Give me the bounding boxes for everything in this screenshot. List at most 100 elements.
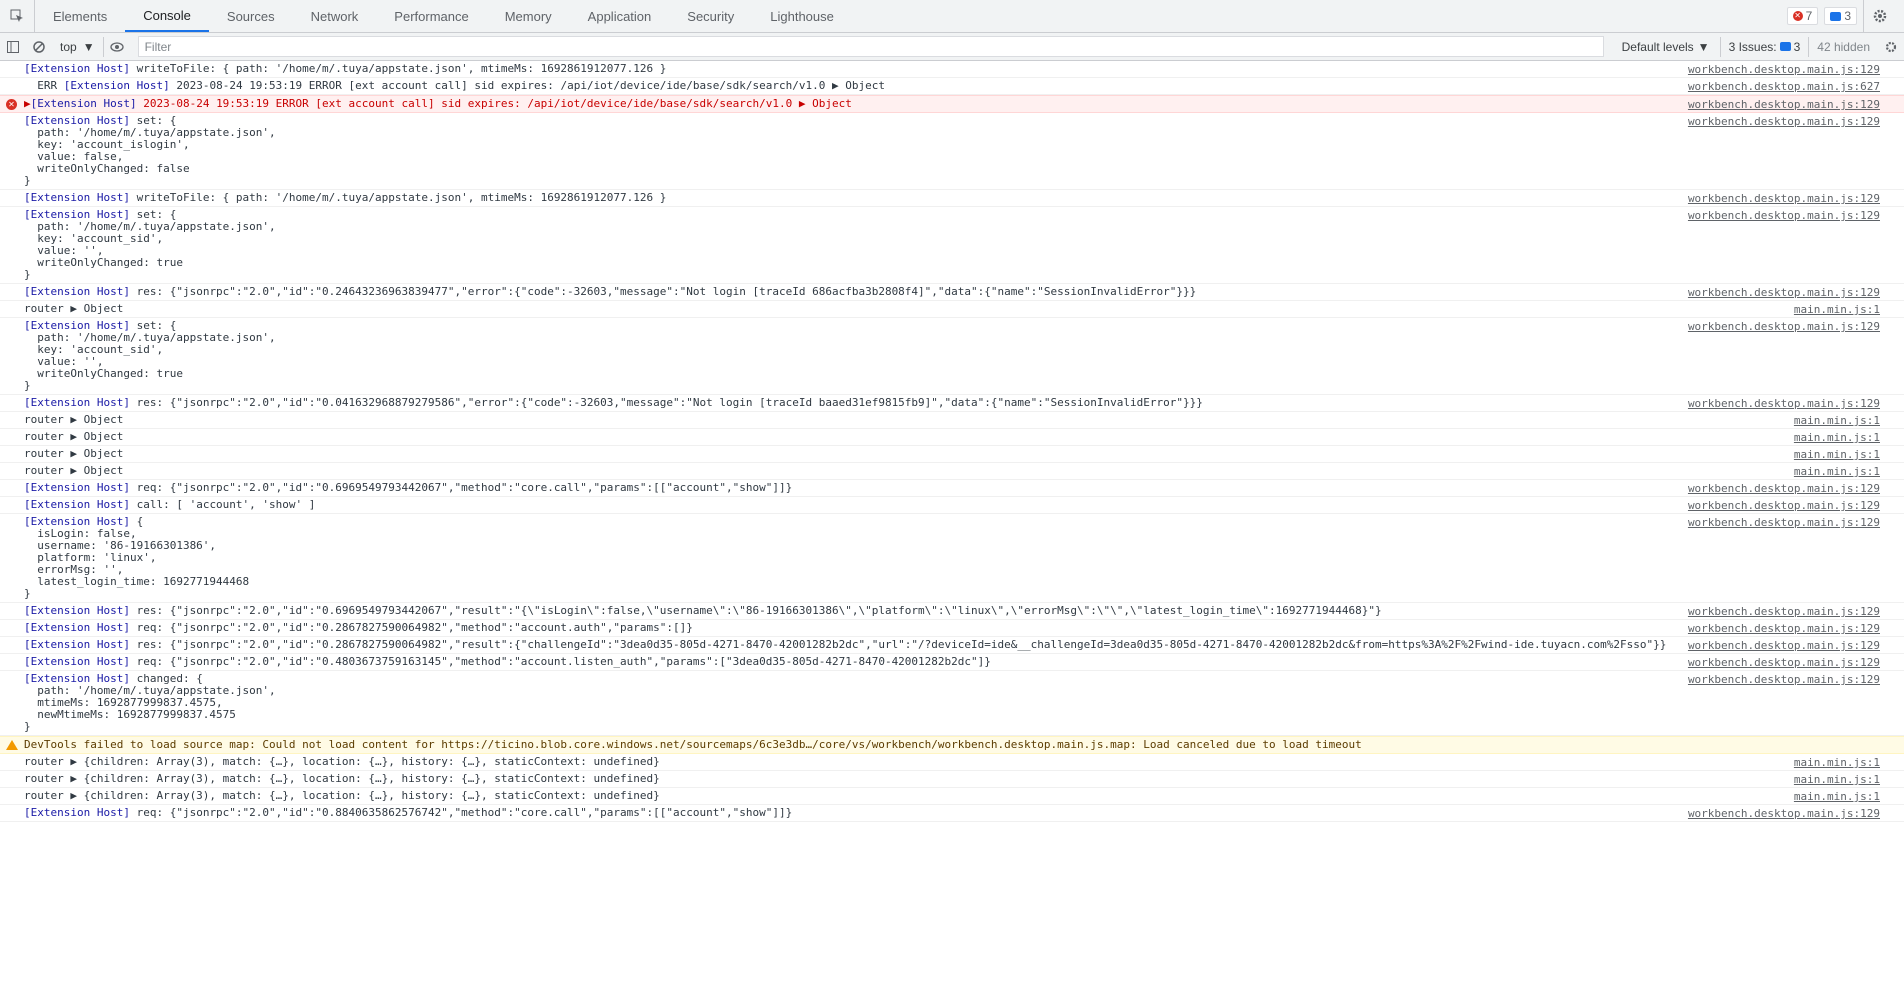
source-link[interactable]: workbench.desktop.main.js:129 bbox=[1688, 398, 1880, 410]
source-link[interactable]: workbench.desktop.main.js:129 bbox=[1688, 640, 1880, 652]
extension-host-prefix: [Extension Host] bbox=[63, 79, 170, 92]
console-message[interactable]: [Extension Host] req: {"jsonrpc":"2.0","… bbox=[0, 620, 1904, 637]
console-message[interactable]: [Extension Host] changed: { path: '/home… bbox=[0, 671, 1904, 736]
message-text: } bbox=[24, 379, 31, 392]
tab-memory[interactable]: Memory bbox=[487, 0, 570, 32]
message-text: [Extension Host] res: {"jsonrpc":"2.0","… bbox=[24, 604, 1382, 617]
console-message[interactable]: [Extension Host] res: {"jsonrpc":"2.0","… bbox=[0, 603, 1904, 620]
console-message[interactable]: router ▶ Object main.min.js:1 bbox=[0, 446, 1904, 463]
message-text: value: '', bbox=[24, 244, 104, 257]
console-message[interactable]: [Extension Host] req: {"jsonrpc":"2.0","… bbox=[0, 654, 1904, 671]
message-text: } bbox=[24, 587, 31, 600]
tab-console[interactable]: Console bbox=[125, 0, 209, 32]
message-text: writeOnlyChanged: true bbox=[24, 256, 183, 269]
source-link[interactable]: workbench.desktop.main.js:129 bbox=[1688, 99, 1880, 111]
issues-button[interactable]: 3 Issues: 3 bbox=[1721, 36, 1810, 57]
message-text: mtimeMs: 1692877999837.4575, bbox=[24, 696, 223, 709]
console-message[interactable]: [Extension Host] set: { path: '/home/m/.… bbox=[0, 113, 1904, 190]
tab-elements[interactable]: Elements bbox=[35, 0, 125, 32]
extension-host-prefix: [Extension Host] bbox=[24, 285, 130, 298]
tab-security[interactable]: Security bbox=[669, 0, 752, 32]
message-text: errorMsg: '', bbox=[24, 563, 124, 576]
console-settings-button[interactable] bbox=[1878, 34, 1904, 60]
source-link[interactable]: main.min.js:1 bbox=[1794, 449, 1880, 461]
console-message[interactable]: [Extension Host] { isLogin: false, usern… bbox=[0, 514, 1904, 603]
tab-performance[interactable]: Performance bbox=[376, 0, 486, 32]
console-message[interactable]: [Extension Host] req: {"jsonrpc":"2.0","… bbox=[0, 480, 1904, 497]
tab-lighthouse[interactable]: Lighthouse bbox=[752, 0, 852, 32]
console-message[interactable]: router ▶ Object main.min.js:1 bbox=[0, 301, 1904, 318]
source-link[interactable]: workbench.desktop.main.js:627 bbox=[1688, 81, 1880, 93]
source-link[interactable]: workbench.desktop.main.js:129 bbox=[1688, 193, 1880, 205]
tabbar-right: ✕ 7 3 bbox=[1786, 0, 1904, 32]
source-link[interactable]: workbench.desktop.main.js:129 bbox=[1688, 64, 1880, 76]
console-message[interactable]: [Extension Host] req: {"jsonrpc":"2.0","… bbox=[0, 805, 1904, 822]
console-message[interactable]: [Extension Host] call: [ 'account', 'sho… bbox=[0, 497, 1904, 514]
inspect-icon bbox=[10, 9, 23, 22]
console-message[interactable]: router ▶ {children: Array(3), match: {…}… bbox=[0, 754, 1904, 771]
console-message[interactable]: [Extension Host] set: { path: '/home/m/.… bbox=[0, 318, 1904, 395]
source-link[interactable]: workbench.desktop.main.js:129 bbox=[1688, 287, 1880, 299]
console-message[interactable]: router ▶ {children: Array(3), match: {…}… bbox=[0, 788, 1904, 805]
message-counter[interactable]: 3 bbox=[1824, 7, 1857, 25]
gear-icon bbox=[1873, 9, 1887, 23]
extension-host-prefix: [Extension Host] bbox=[24, 62, 130, 75]
console-message[interactable]: router ▶ Object main.min.js:1 bbox=[0, 429, 1904, 446]
source-link[interactable]: main.min.js:1 bbox=[1794, 415, 1880, 427]
source-link[interactable]: main.min.js:1 bbox=[1794, 774, 1880, 786]
source-link[interactable]: workbench.desktop.main.js:129 bbox=[1688, 500, 1880, 512]
extension-host-prefix: [Extension Host] bbox=[24, 638, 130, 651]
console-message[interactable]: [Extension Host] writeToFile: { path: '/… bbox=[0, 61, 1904, 78]
console-message[interactable]: [Extension Host] res: {"jsonrpc":"2.0","… bbox=[0, 284, 1904, 301]
message-text: router ▶ {children: Array(3), match: {…}… bbox=[24, 789, 660, 802]
source-link[interactable]: workbench.desktop.main.js:129 bbox=[1688, 623, 1880, 635]
console-message[interactable]: router ▶ Object main.min.js:1 bbox=[0, 463, 1904, 480]
source-link[interactable]: workbench.desktop.main.js:129 bbox=[1688, 483, 1880, 495]
context-selector[interactable]: top ▼ bbox=[52, 36, 104, 57]
tab-sources[interactable]: Sources bbox=[209, 0, 293, 32]
console-message[interactable]: DevTools failed to load source map: Coul… bbox=[0, 736, 1904, 754]
tab-application[interactable]: Application bbox=[570, 0, 670, 32]
console-message[interactable]: ✕ ▶[Extension Host] 2023-08-24 19:53:19 E… bbox=[0, 95, 1904, 113]
live-expression-button[interactable] bbox=[104, 34, 130, 60]
message-text: ▶[Extension Host] 2023-08-24 19:53:19 ER… bbox=[24, 97, 852, 110]
source-link[interactable]: main.min.js:1 bbox=[1794, 791, 1880, 803]
console-message[interactable]: [Extension Host] writeToFile: { path: '/… bbox=[0, 190, 1904, 207]
message-text: router ▶ {children: Array(3), match: {…}… bbox=[24, 755, 660, 768]
console-toolbar: top ▼ Filter Default levels ▼ 3 Issues: 3 … bbox=[0, 33, 1904, 61]
source-link[interactable]: workbench.desktop.main.js:129 bbox=[1688, 657, 1880, 669]
error-counter[interactable]: ✕ 7 bbox=[1786, 7, 1819, 25]
console-messages: [Extension Host] writeToFile: { path: '/… bbox=[0, 61, 1904, 822]
sidebar-toggle-button[interactable] bbox=[0, 34, 26, 60]
console-message[interactable]: [Extension Host] res: {"jsonrpc":"2.0","… bbox=[0, 395, 1904, 412]
settings-button[interactable] bbox=[1863, 0, 1896, 32]
tab-network[interactable]: Network bbox=[293, 0, 377, 32]
log-levels-dropdown[interactable]: Default levels ▼ bbox=[1612, 36, 1721, 57]
console-message[interactable]: [Extension Host] set: { path: '/home/m/.… bbox=[0, 207, 1904, 284]
console-message[interactable]: router ▶ {children: Array(3), match: {…}… bbox=[0, 771, 1904, 788]
source-link[interactable]: workbench.desktop.main.js:129 bbox=[1688, 210, 1880, 222]
source-link[interactable]: main.min.js:1 bbox=[1794, 757, 1880, 769]
dropdown-arrow-icon: ▼ bbox=[1697, 39, 1710, 54]
source-link[interactable]: main.min.js:1 bbox=[1794, 466, 1880, 478]
filter-input[interactable]: Filter bbox=[137, 36, 1604, 57]
message-text: isLogin: false, bbox=[24, 527, 137, 540]
source-link[interactable]: workbench.desktop.main.js:129 bbox=[1688, 517, 1880, 529]
extension-host-prefix: [Extension Host] bbox=[24, 481, 130, 494]
source-link[interactable]: main.min.js:1 bbox=[1794, 304, 1880, 316]
console-message[interactable]: [Extension Host] res: {"jsonrpc":"2.0","… bbox=[0, 637, 1904, 654]
source-link[interactable]: workbench.desktop.main.js:129 bbox=[1688, 321, 1880, 333]
source-link[interactable]: workbench.desktop.main.js:129 bbox=[1688, 606, 1880, 618]
source-link[interactable]: workbench.desktop.main.js:129 bbox=[1688, 116, 1880, 128]
message-text: [Extension Host] set: { bbox=[24, 114, 177, 127]
clear-icon bbox=[33, 40, 45, 53]
console-message[interactable]: router ▶ Object main.min.js:1 bbox=[0, 412, 1904, 429]
inspect-element-button[interactable] bbox=[0, 0, 35, 32]
clear-console-button[interactable] bbox=[26, 34, 52, 60]
source-link[interactable]: workbench.desktop.main.js:129 bbox=[1688, 674, 1880, 686]
source-link[interactable]: workbench.desktop.main.js:129 bbox=[1688, 808, 1880, 820]
console-message[interactable]: ERR [Extension Host] 2023-08-24 19:53:19… bbox=[0, 78, 1904, 95]
message-text: } bbox=[24, 720, 31, 733]
source-link[interactable]: main.min.js:1 bbox=[1794, 432, 1880, 444]
message-text: [Extension Host] req: {"jsonrpc":"2.0","… bbox=[24, 806, 793, 819]
